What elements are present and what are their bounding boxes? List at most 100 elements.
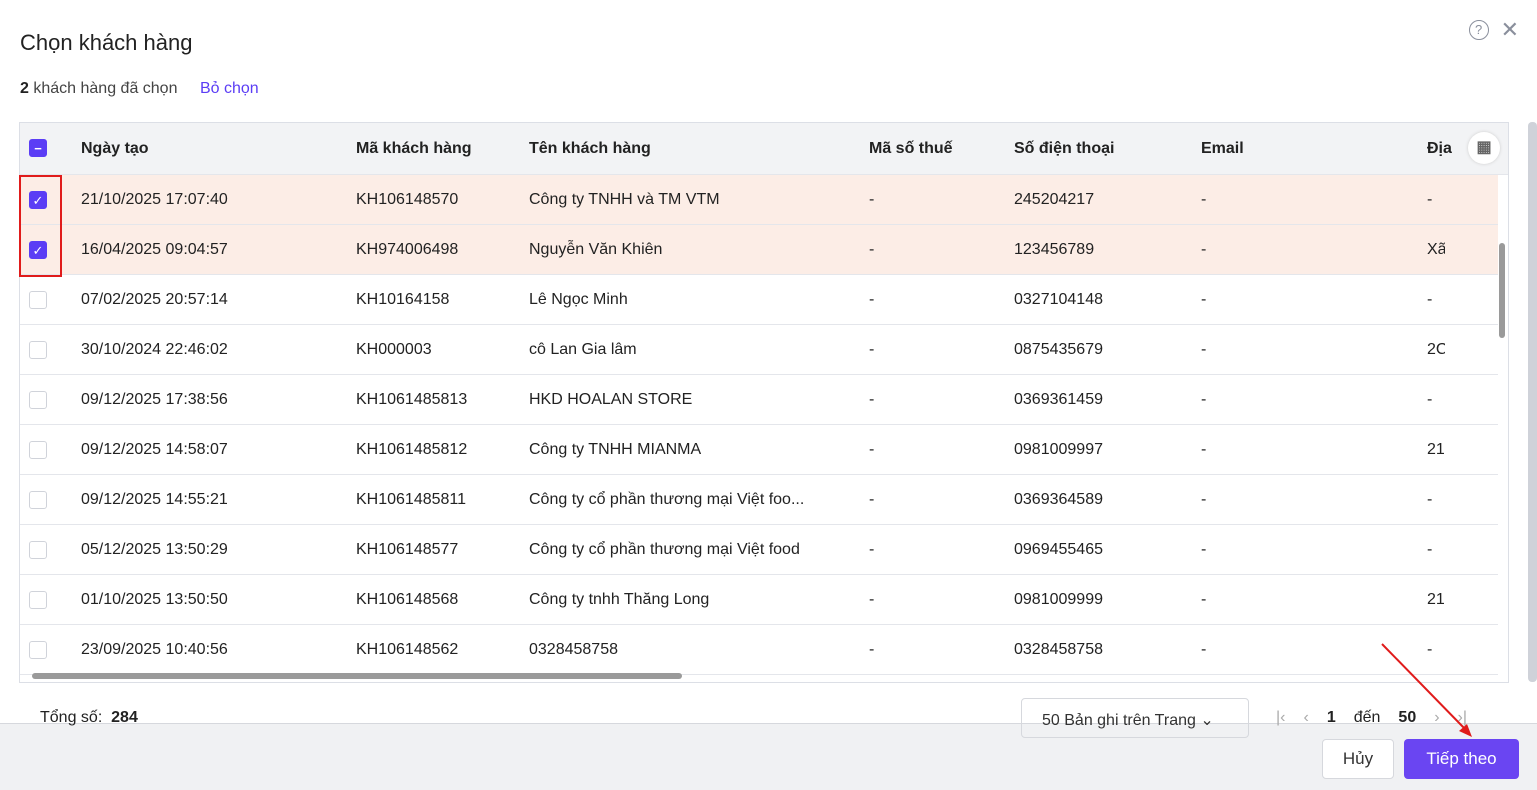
table-cell: Xã — [1427, 240, 1445, 258]
selected-count: 2 — [20, 80, 29, 97]
to-label: đến — [1353, 709, 1381, 726]
table-cell: - — [1201, 340, 1207, 358]
row-checkbox[interactable] — [29, 291, 47, 309]
table-cell: - — [869, 340, 875, 358]
table-cell: - — [1201, 190, 1207, 208]
table-cell: - — [869, 440, 875, 458]
table-cell: Công ty cổ phần thương mại Việt food — [529, 540, 800, 558]
prev-page-icon[interactable]: ‹ — [1303, 709, 1308, 727]
help-icon[interactable]: ? — [1468, 20, 1489, 40]
last-page-icon[interactable]: ›| — [1458, 709, 1467, 727]
table-cell: - — [1427, 640, 1433, 658]
table-cell: 05/12/2025 13:50:29 — [81, 540, 228, 558]
table-cell: 0369361459 — [1014, 390, 1103, 408]
table-cell: - — [1201, 290, 1207, 308]
table-cell: - — [1201, 590, 1207, 608]
selected-text: khách hàng đã chọn — [33, 80, 178, 97]
table-cell: - — [869, 490, 875, 508]
table-row[interactable]: 30/10/2024 22:46:02 KH000003 cô Lan Gia lâ… — [20, 325, 1498, 375]
column-header[interactable]: Email — [1201, 123, 1244, 174]
row-checkbox[interactable] — [29, 441, 47, 459]
table-cell: - — [869, 640, 875, 658]
table-cell: KH106148568 — [356, 590, 459, 608]
total-count: Tổng số: 284 — [40, 709, 138, 727]
page-end: 50 — [1398, 709, 1417, 726]
column-header[interactable]: Ngày tạo — [81, 123, 149, 174]
total-label: Tổng số: — [40, 709, 103, 726]
next-page-icon[interactable]: › — [1434, 709, 1439, 727]
table-cell: 23/09/2025 10:40:56 — [81, 640, 228, 658]
customer-table: − ▦ Ngày tạo Mã khách hàng Tên khách hàng M… — [19, 122, 1509, 683]
column-header[interactable]: Mã số thuế — [869, 123, 953, 174]
table-cell: cô Lan Gia lâm — [529, 340, 637, 358]
page-size-select[interactable]: 50 Bản ghi trên Trang ⌄ — [1021, 698, 1249, 738]
table-cell: 09/12/2025 14:58:07 — [81, 440, 228, 458]
table-row[interactable]: 05/12/2025 13:50:29 KH106148577 Công ty cổ… — [20, 525, 1498, 575]
row-checkbox[interactable] — [29, 341, 47, 359]
column-settings-icon[interactable]: ▦ — [1468, 132, 1500, 164]
table-cell: 0328458758 — [529, 640, 618, 658]
dialog-footer — [0, 723, 1537, 790]
table-cell: KH000003 — [356, 340, 432, 358]
highlight-box — [19, 175, 62, 277]
table-row[interactable]: 09/12/2025 17:38:56 KH1061485813 HKD HOALA… — [20, 375, 1498, 425]
table-cell: - — [1201, 640, 1207, 658]
column-header[interactable]: Địa — [1427, 123, 1452, 174]
close-icon[interactable]: ✕ — [1501, 19, 1519, 41]
table-cell: - — [1201, 540, 1207, 558]
table-cell: 0328458758 — [1014, 640, 1103, 658]
row-checkbox[interactable] — [29, 591, 47, 609]
table-cell: 30/10/2024 22:46:02 — [81, 340, 228, 358]
table-cell: KH1061485811 — [356, 490, 467, 508]
unselect-link[interactable]: Bỏ chọn — [200, 80, 259, 97]
table-cell: KH1061485813 — [356, 390, 468, 408]
vertical-scrollbar[interactable] — [1499, 243, 1505, 338]
pagination: |‹ ‹ 1 đến 50 › ›| — [1276, 709, 1467, 727]
table-cell: - — [1427, 390, 1433, 408]
table-cell: Công ty TNHH và TM VTM — [529, 190, 720, 208]
table-cell: 0981009999 — [1014, 590, 1103, 608]
select-all-checkbox[interactable]: − — [29, 139, 47, 157]
table-cell: - — [1201, 240, 1207, 258]
table-cell: 0327104148 — [1014, 290, 1103, 308]
dialog-title: Chọn khách hàng — [20, 30, 193, 55]
table-cell: 0969455465 — [1014, 540, 1103, 558]
table-cell: 21/10/2025 17:07:40 — [81, 190, 228, 208]
next-button[interactable]: Tiếp theo — [1404, 739, 1519, 779]
table-row[interactable]: ✓ 21/10/2025 17:07:40 KH106148570 Công ty T… — [20, 175, 1498, 225]
page-scrollbar[interactable] — [1528, 122, 1537, 682]
column-header[interactable]: Số điện thoại — [1014, 123, 1114, 174]
table-row[interactable]: 09/12/2025 14:58:07 KH1061485812 Công ty T… — [20, 425, 1498, 475]
total-value: 284 — [111, 709, 138, 726]
row-checkbox[interactable] — [29, 541, 47, 559]
chevron-down-icon: ⌄ — [1200, 712, 1214, 729]
column-header[interactable]: Tên khách hàng — [529, 123, 651, 174]
table-cell: Công ty cổ phần thương mại Việt foo... — [529, 490, 805, 508]
table-cell: Nguyễn Văn Khiên — [529, 240, 663, 258]
table-cell: 21 — [1427, 440, 1445, 458]
row-checkbox[interactable] — [29, 491, 47, 509]
table-row[interactable]: 07/02/2025 20:57:14 KH10164158 Lê Ngọc Min… — [20, 275, 1498, 325]
table-cell: HKD HOALAN STORE — [529, 390, 693, 408]
table-cell: Công ty tnhh Thăng Long — [529, 590, 710, 608]
first-page-icon[interactable]: |‹ — [1276, 709, 1285, 727]
table-cell: 16/04/2025 09:04:57 — [81, 240, 228, 258]
table-cell: 0875435679 — [1014, 340, 1103, 358]
table-cell: 245204217 — [1014, 190, 1095, 208]
table-cell: Lê Ngọc Minh — [529, 290, 628, 308]
row-checkbox[interactable] — [29, 391, 47, 409]
table-row[interactable]: 23/09/2025 10:40:56 KH106148562 0328458758… — [20, 625, 1498, 675]
table-cell: 0369364589 — [1014, 490, 1103, 508]
row-checkbox[interactable] — [29, 641, 47, 659]
table-row[interactable]: ✓ 16/04/2025 09:04:57 KH974006498 Nguyễn Vă… — [20, 225, 1498, 275]
page-size-label: 50 Bản ghi trên Trang — [1042, 712, 1196, 729]
table-cell: Công ty TNHH MIANMA — [529, 440, 702, 458]
table-row[interactable]: 09/12/2025 14:55:21 KH1061485811 Công ty c… — [20, 475, 1498, 525]
table-cell: 07/02/2025 20:57:14 — [81, 290, 228, 308]
table-row[interactable]: 01/10/2025 13:50:50 KH106148568 Công ty tn… — [20, 575, 1498, 625]
column-header[interactable]: Mã khách hàng — [356, 123, 472, 174]
horizontal-scrollbar[interactable] — [32, 673, 682, 679]
table-cell: - — [1427, 540, 1433, 558]
table-cell: KH974006498 — [356, 240, 459, 258]
cancel-button[interactable]: Hủy — [1322, 739, 1394, 779]
